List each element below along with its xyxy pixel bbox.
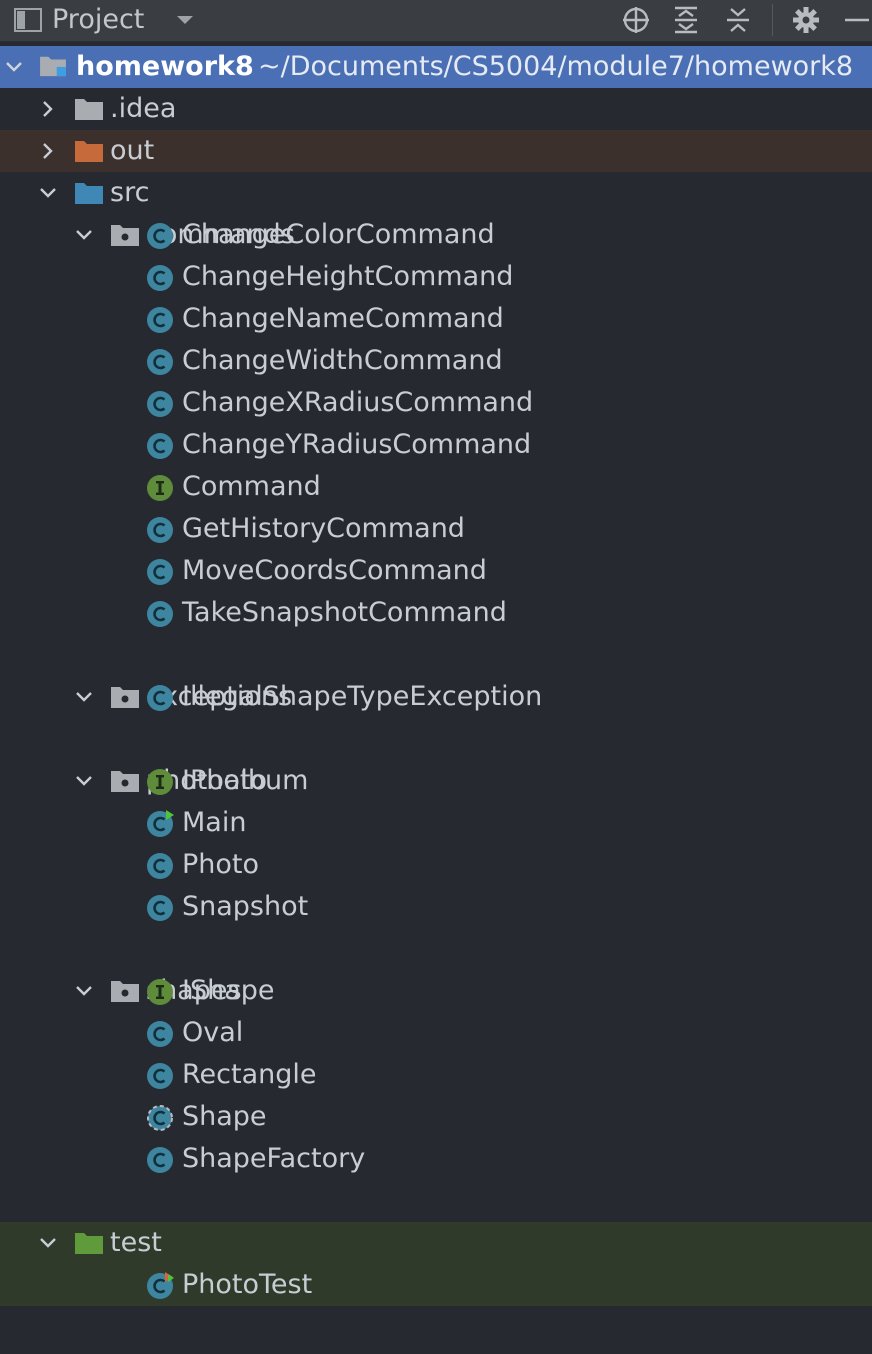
tree-item-file[interactable]: GetHistoryCommand bbox=[0, 508, 872, 550]
tree-item-file[interactable]: ChangeHeightCommand bbox=[0, 256, 872, 298]
interface-icon bbox=[147, 979, 173, 1005]
chevron-right-icon[interactable] bbox=[38, 141, 58, 161]
class-icon bbox=[147, 349, 173, 375]
tree-item-label: ChangeWidthCommand bbox=[182, 345, 503, 376]
tree-item-idea[interactable]: .idea bbox=[0, 88, 872, 130]
class-icon bbox=[147, 223, 173, 249]
tree-item-label: Rectangle bbox=[182, 1059, 317, 1090]
chevron-right-icon[interactable] bbox=[38, 99, 58, 119]
toolbar-separator bbox=[772, 4, 773, 36]
tree-item-label: IShape bbox=[182, 975, 275, 1006]
test-class-icon bbox=[147, 1272, 174, 1299]
runnable-class-icon bbox=[147, 810, 174, 837]
tree-item-label: Snapshot bbox=[182, 891, 309, 922]
project-path: ~/Documents/CS5004/module7/homework8 bbox=[258, 51, 854, 82]
tree-item-label: PhotoTest bbox=[182, 1269, 313, 1300]
class-icon bbox=[147, 559, 173, 585]
chevron-down-icon[interactable] bbox=[38, 1233, 58, 1253]
tree-item-label: src bbox=[110, 177, 150, 208]
class-icon bbox=[147, 265, 173, 291]
tree-item-label: Main bbox=[182, 807, 247, 838]
minimize-icon[interactable] bbox=[840, 4, 872, 36]
tree-item-file[interactable]: PhotoTest bbox=[0, 1264, 872, 1306]
tree-item-label: ChangeYRadiusCommand bbox=[182, 429, 532, 460]
class-icon bbox=[147, 685, 173, 711]
tree-item-file[interactable]: ChangeColorCommand bbox=[0, 214, 872, 256]
excluded-folder-icon bbox=[75, 141, 103, 162]
project-view-icon[interactable] bbox=[14, 7, 42, 33]
tree-item-label: GetHistoryCommand bbox=[182, 513, 465, 544]
tree-item-label: Command bbox=[182, 471, 321, 502]
tree-item-label: IPhoto bbox=[182, 765, 267, 796]
tree-item-file[interactable]: IShape bbox=[0, 970, 872, 1012]
tree-item-label: ChangeColorCommand bbox=[182, 219, 495, 250]
chevron-down-icon[interactable] bbox=[38, 183, 58, 203]
tree-item-label: Photo bbox=[182, 849, 260, 880]
test-folder-icon bbox=[75, 1233, 103, 1254]
tree-item-file[interactable]: TakeSnapshotCommand bbox=[0, 592, 872, 634]
source-folder-icon bbox=[75, 183, 103, 204]
panel-title[interactable]: Project bbox=[52, 3, 144, 37]
tree-item-file[interactable]: MoveCoordsCommand bbox=[0, 550, 872, 592]
tree-item-label: out bbox=[110, 135, 155, 166]
project-toolbar: Project bbox=[0, 0, 872, 42]
tree-item-file[interactable]: IllegalShapeTypeException bbox=[0, 676, 872, 718]
tree-item-homework8[interactable]: homework8 ~/Documents/CS5004/module7/hom… bbox=[0, 46, 872, 88]
tree-item-file[interactable]: ShapeFactory bbox=[0, 1138, 872, 1180]
tree-item-file[interactable]: ChangeWidthCommand bbox=[0, 340, 872, 382]
tree-item-label: Shape bbox=[182, 1101, 267, 1132]
gear-icon[interactable] bbox=[790, 4, 822, 36]
tree-item-test[interactable]: test bbox=[0, 1222, 872, 1264]
class-icon bbox=[147, 433, 173, 459]
tree-item-label: ShapeFactory bbox=[182, 1143, 366, 1174]
class-icon bbox=[147, 391, 173, 417]
tree-item-label: ChangeNameCommand bbox=[182, 303, 504, 334]
tree-item-file[interactable]: Shape bbox=[0, 1096, 872, 1138]
module-folder-icon bbox=[40, 56, 66, 77]
tree-item-file[interactable]: Snapshot bbox=[0, 886, 872, 928]
tree-item-src[interactable]: src bbox=[0, 172, 872, 214]
class-icon bbox=[147, 853, 173, 879]
tree-item-label: .idea bbox=[110, 93, 177, 124]
tree-item-label: Oval bbox=[182, 1017, 244, 1048]
tree-item-label: MoveCoordsCommand bbox=[182, 555, 487, 586]
tree-item-label: ChangeXRadiusCommand bbox=[182, 387, 534, 418]
tree-item-out[interactable]: out bbox=[0, 130, 872, 172]
tree-item-file[interactable]: Command bbox=[0, 466, 872, 508]
class-icon bbox=[147, 1063, 173, 1089]
tree-item-file[interactable]: Oval bbox=[0, 1012, 872, 1054]
class-icon bbox=[147, 895, 173, 921]
tree-item-file[interactable]: IPhoto bbox=[0, 760, 872, 802]
tree-item-label: test bbox=[110, 1227, 162, 1258]
abstract-class-icon bbox=[147, 1105, 173, 1131]
tree-item-file[interactable]: Rectangle bbox=[0, 1054, 872, 1096]
folder-icon bbox=[75, 99, 103, 120]
tree-item-file[interactable]: ChangeYRadiusCommand bbox=[0, 424, 872, 466]
class-icon bbox=[147, 1147, 173, 1173]
interface-icon bbox=[147, 475, 173, 501]
collapse-all-icon[interactable] bbox=[722, 4, 754, 36]
class-icon bbox=[147, 517, 173, 543]
tree-item-label: IllegalShapeTypeException bbox=[182, 681, 543, 712]
tree-item-file[interactable]: ChangeXRadiusCommand bbox=[0, 382, 872, 424]
class-icon bbox=[147, 1021, 173, 1047]
chevron-down-icon[interactable] bbox=[174, 9, 196, 31]
expand-all-icon[interactable] bbox=[670, 4, 702, 36]
class-icon bbox=[147, 601, 173, 627]
tree-item-file[interactable]: Photo bbox=[0, 844, 872, 886]
chevron-down-icon[interactable] bbox=[4, 57, 24, 77]
interface-icon bbox=[147, 769, 173, 795]
tree-item-label: TakeSnapshotCommand bbox=[182, 597, 507, 628]
tree-item-file[interactable]: ChangeNameCommand bbox=[0, 298, 872, 340]
tree-item-file[interactable]: Main bbox=[0, 802, 872, 844]
class-icon bbox=[147, 307, 173, 333]
locate-icon[interactable] bbox=[620, 4, 652, 36]
project-name: homework8 bbox=[76, 51, 254, 82]
tree-item-label: ChangeHeightCommand bbox=[182, 261, 514, 292]
